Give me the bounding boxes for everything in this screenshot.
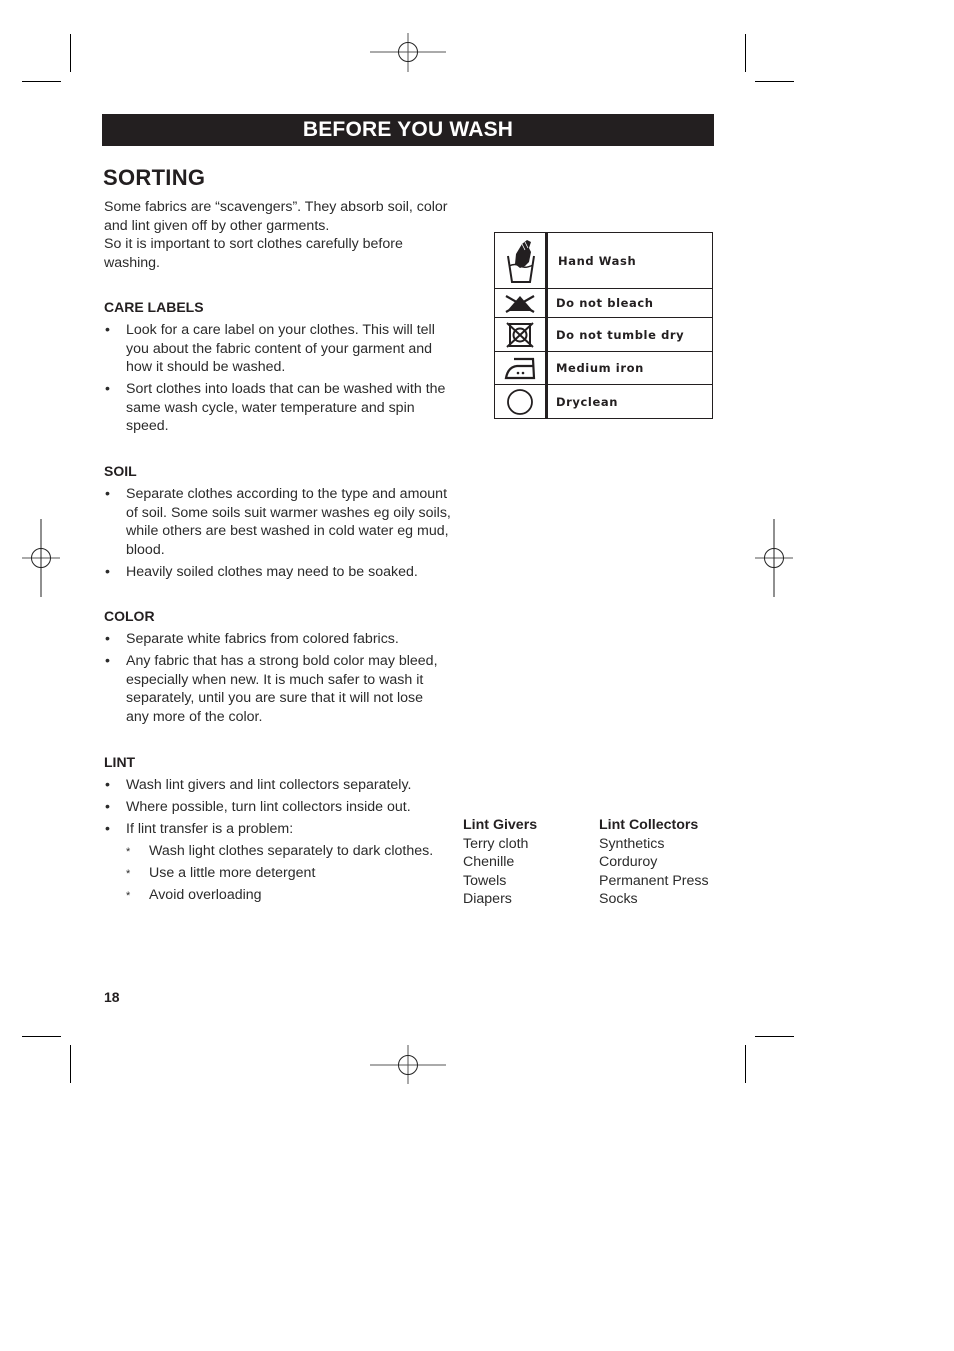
section-heading-soil: SOIL <box>104 463 137 479</box>
bullet-icon: • <box>105 653 110 670</box>
care-symbol-icon-cell <box>494 384 548 419</box>
color-list: • Separate white fabrics from colored fab… <box>104 630 444 730</box>
soil-list: • Separate clothes according to the type … <box>104 485 460 585</box>
sub-list-item: * Avoid overloading <box>126 886 454 905</box>
list-item: • Separate white fabrics from colored fab… <box>104 630 444 649</box>
care-symbol-row: Do not tumble dry <box>494 317 713 352</box>
care-symbol-label: Do not tumble dry <box>546 317 713 352</box>
lint-givers-heading: Lint Givers <box>463 817 538 833</box>
crop-mark <box>70 34 71 72</box>
section-heading-lint: LINT <box>104 754 136 770</box>
bullet-icon: • <box>105 799 110 816</box>
list-item: • Heavily soiled clothes may need to be s… <box>104 563 460 582</box>
lint-givers-column: Lint Givers Terry cloth Chenille Towels … <box>463 816 537 909</box>
care-symbol-icon-cell <box>494 288 548 318</box>
crop-mark <box>70 1045 71 1083</box>
lint-giver-item: Terry cloth <box>463 835 529 852</box>
crop-mark <box>22 81 61 82</box>
registration-mark-top <box>370 33 446 72</box>
sub-list-item: * Use a little more detergent <box>126 864 454 883</box>
registration-mark-left <box>22 519 60 597</box>
crop-mark <box>22 1036 61 1037</box>
list-item-text: Separate clothes according to the type a… <box>126 486 451 558</box>
intro-line: Some fabrics are “scavengers”. They abso… <box>104 199 448 234</box>
crop-mark <box>755 1036 794 1037</box>
section-banner: BEFORE YOU WASH <box>102 114 714 146</box>
section-heading-color: COLOR <box>104 608 155 624</box>
care-symbol-row: Hand Wash <box>494 232 713 289</box>
list-item-text: Where possible, turn lint collectors ins… <box>126 799 411 816</box>
medium-iron-icon <box>504 357 536 380</box>
list-item: • Look for a care label on your clothes. … <box>104 321 456 377</box>
list-item: • If lint transfer is a problem: * Wash li… <box>104 820 454 904</box>
sub-list-item-text: Use a little more detergent <box>149 864 316 881</box>
asterisk-icon: * <box>126 845 131 858</box>
lint-collector-item: Socks <box>599 891 638 908</box>
lint-giver-item: Towels <box>463 872 507 889</box>
section-heading-care-labels: CARE LABELS <box>104 299 204 315</box>
list-item: • Sort clothes into loads that can be was… <box>104 380 456 436</box>
hand-wash-icon <box>507 239 535 283</box>
list-item-text: Sort clothes into loads that can be wash… <box>126 381 446 435</box>
care-symbol-icon-cell <box>494 232 548 289</box>
care-symbol-icon-cell <box>494 317 548 352</box>
list-item: • Where possible, turn lint collectors in… <box>104 798 454 817</box>
list-item-text: Any fabric that has a strong bold color … <box>126 653 438 725</box>
list-item: • Separate clothes according to the type … <box>104 485 460 559</box>
lint-sub-list: * Wash light clothes separately to dark c… <box>126 842 454 905</box>
care-symbol-icon-cell <box>494 351 548 385</box>
list-item-text: Look for a care label on your clothes. T… <box>126 322 435 376</box>
do-not-bleach-icon <box>505 295 535 313</box>
do-not-tumble-dry-icon <box>506 321 534 348</box>
sub-list-item: * Wash light clothes separately to dark c… <box>126 842 454 861</box>
intro-paragraph: Some fabrics are “scavengers”. They abso… <box>104 198 454 272</box>
bullet-icon: • <box>105 322 110 338</box>
bullet-icon: • <box>105 821 110 838</box>
lint-collectors-heading: Lint Collectors <box>599 817 699 833</box>
list-item-text: Heavily soiled clothes may need to be so… <box>126 563 418 580</box>
care-symbol-label: Hand Wash <box>546 232 713 289</box>
care-symbol-label: Dryclean <box>546 384 713 419</box>
list-item: • Wash lint givers and lint collectors se… <box>104 776 454 795</box>
care-symbols-table: Hand Wash Do not bleach Do not tumble dr… <box>494 232 713 419</box>
list-item-text: If lint transfer is a problem: <box>126 821 294 838</box>
asterisk-icon: * <box>126 867 131 880</box>
care-symbol-row: Dryclean <box>494 384 713 419</box>
registration-mark-bottom <box>370 1045 446 1084</box>
bullet-icon: • <box>105 777 110 793</box>
lint-collector-item: Corduroy <box>599 854 658 871</box>
crop-mark <box>745 34 746 72</box>
care-symbol-label: Do not bleach <box>546 288 713 318</box>
bullet-icon: • <box>105 563 110 580</box>
lint-collector-item: Synthetics <box>599 835 665 852</box>
page-number: 18 <box>104 989 120 1005</box>
care-symbol-label: Medium iron <box>546 351 713 385</box>
bullet-icon: • <box>105 381 110 398</box>
list-item: • Any fabric that has a strong bold color… <box>104 652 444 726</box>
list-item-text: Wash lint givers and lint collectors sep… <box>126 777 412 793</box>
lint-collector-item: Permanent Press <box>599 872 709 889</box>
list-item-text: Separate white fabrics from colored fabr… <box>126 631 399 647</box>
lint-collectors-column: Lint Collectors Synthetics Corduroy Perm… <box>599 816 709 909</box>
lint-giver-item: Diapers <box>463 891 512 908</box>
care-symbol-row: Do not bleach <box>494 288 713 318</box>
intro-line: So it is important to sort clothes caref… <box>104 236 403 271</box>
lint-giver-item: Chenille <box>463 854 515 871</box>
page-title: SORTING <box>103 165 206 190</box>
bullet-icon: • <box>105 631 110 647</box>
asterisk-icon: * <box>126 889 131 902</box>
crop-mark <box>755 81 794 82</box>
dryclean-icon <box>507 388 533 415</box>
registration-mark-right <box>755 519 793 597</box>
care-symbol-row: Medium iron <box>494 351 713 385</box>
crop-mark <box>745 1045 746 1083</box>
bullet-icon: • <box>105 486 110 502</box>
sub-list-item-text: Wash light clothes separately to dark cl… <box>149 842 434 859</box>
care-labels-list: • Look for a care label on your clothes. … <box>104 321 456 440</box>
sub-list-item-text: Avoid overloading <box>149 886 262 903</box>
lint-list: • Wash lint givers and lint collectors se… <box>104 776 454 908</box>
